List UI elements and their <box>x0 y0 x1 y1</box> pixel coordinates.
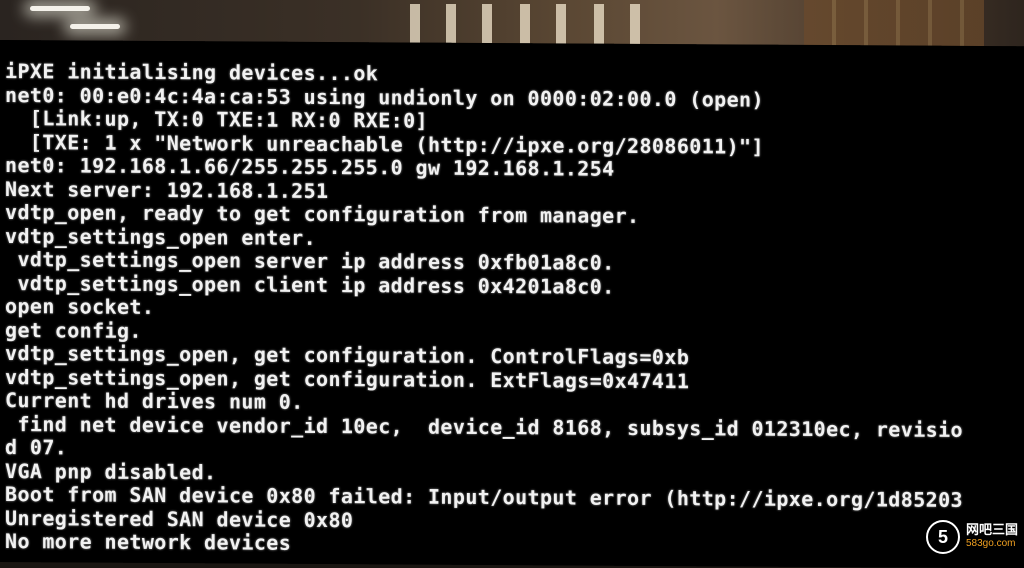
wooden-shelf <box>804 0 984 50</box>
room-pillar <box>630 4 640 44</box>
room-pillar <box>594 4 604 44</box>
monitor-screen: iPXE initialising devices...ok net0: 00:… <box>0 40 1024 568</box>
ceiling-lamp <box>30 6 90 11</box>
watermark-logo-icon: 5 <box>925 520 960 554</box>
watermark-url: 583go.com <box>965 538 1016 549</box>
watermark-text: 网吧三国 583go.com <box>966 523 1018 551</box>
watermark-name: 网吧三国 <box>965 522 1018 537</box>
room-pillar <box>520 4 530 44</box>
room-pillar <box>446 4 456 44</box>
boot-console: iPXE initialising devices...ok net0: 00:… <box>5 60 1024 560</box>
room-pillar <box>556 4 566 44</box>
ceiling-lamp <box>70 24 120 29</box>
room-pillar <box>410 4 420 44</box>
site-watermark: 5 网吧三国 583go.com <box>925 520 1018 554</box>
room-pillar <box>482 4 492 44</box>
console-line: No more network devices <box>5 530 292 555</box>
